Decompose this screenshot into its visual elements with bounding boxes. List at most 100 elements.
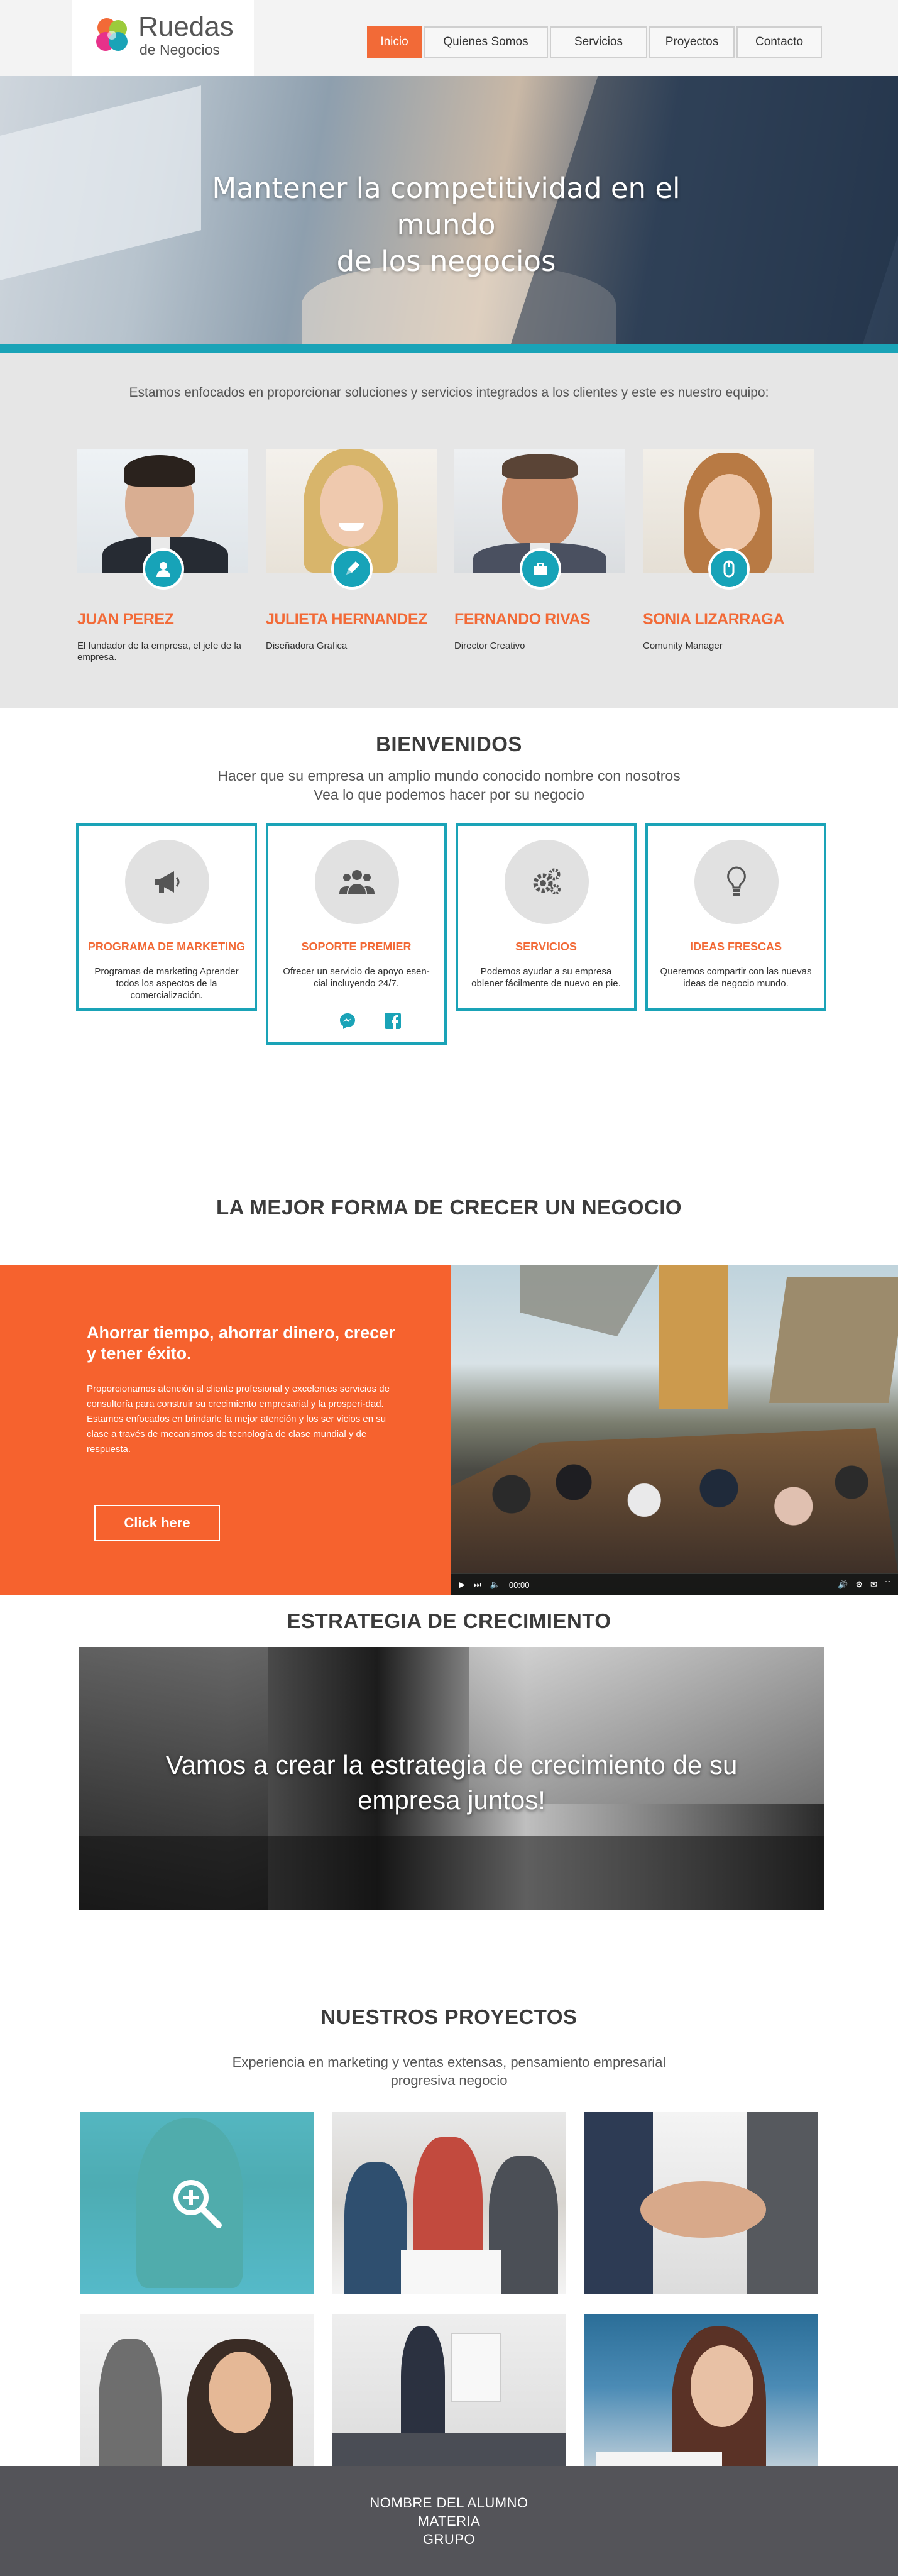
service-card[interactable]: SOPORTE PREMIER Ofrecer un servicio de a… bbox=[266, 823, 447, 1045]
user-icon bbox=[143, 548, 184, 590]
footer-subject: MATERIA bbox=[417, 2513, 481, 2529]
project-thumb[interactable] bbox=[584, 2112, 818, 2294]
lightbulb-icon bbox=[694, 840, 779, 924]
service-text: Podemos ayudar a su empresa oblener fáci… bbox=[471, 966, 621, 989]
facebook-icon[interactable] bbox=[383, 1011, 403, 1031]
video-controls-right: 🔊 ⚙ ✉ ⛶ bbox=[830, 1580, 890, 1590]
promo-section: Ahorrar tiempo, ahorrar dinero, crecer y… bbox=[0, 1265, 898, 1595]
logo[interactable]: Ruedas de Negocios bbox=[72, 0, 254, 76]
projects-subtitle: Experiencia en marketing y ventas extens… bbox=[0, 2053, 898, 2089]
welcome-title: BIENVENIDOS bbox=[376, 732, 522, 756]
click-here-button[interactable]: Click here bbox=[94, 1505, 220, 1541]
team-section: Estamos enfocados en proporcionar soluci… bbox=[0, 353, 898, 708]
play-icon[interactable]: ▶ bbox=[459, 1580, 465, 1590]
growth-section: LA MEJOR FORMA DE CRECER UN NEGOCIO bbox=[0, 1111, 898, 1265]
next-icon[interactable]: ⏭ bbox=[474, 1580, 481, 1590]
hero-title-line2: de los negocios bbox=[336, 245, 556, 278]
strategy-banner-text: Vamos a crear la estrategia de crecimien… bbox=[79, 1748, 824, 1818]
member-role: Director Creativo bbox=[454, 641, 525, 651]
strategy-line2: empresa juntos! bbox=[358, 1785, 545, 1815]
zoom-icon bbox=[173, 2180, 222, 2228]
volume-icon[interactable]: 🔊 bbox=[838, 1580, 848, 1590]
service-title: PROGRAMA DE MARKETING bbox=[87, 940, 246, 953]
service-card[interactable]: PROGRAMA DE MARKETING Programas de marke… bbox=[76, 823, 257, 1011]
hero-accent-bar bbox=[0, 344, 898, 353]
video-people bbox=[470, 1434, 885, 1554]
service-title: IDEAS FRESCAS bbox=[689, 940, 782, 953]
logo-icon bbox=[96, 18, 128, 51]
video-time: 00:00 bbox=[508, 1580, 530, 1590]
hero-title-line1: Mantener la competitividad en el mundo bbox=[212, 172, 681, 241]
messenger-icon[interactable] bbox=[337, 1011, 358, 1031]
member-role: El fundador de la empresa, el jefe de la… bbox=[77, 641, 241, 663]
projects-section: NUESTROS PROYECTOS Experiencia en market… bbox=[0, 1991, 898, 2496]
project-thumb[interactable] bbox=[80, 2112, 314, 2294]
team-intro: Estamos enfocados en proporcionar soluci… bbox=[129, 385, 769, 400]
main-nav: Inicio Quienes Somos Servicios Proyectos… bbox=[367, 26, 824, 58]
team-member-card: JULIETA HERNANDEZ Diseñadora Grafica bbox=[266, 449, 437, 651]
site-header: Ruedas de Negocios Inicio Quienes Somos … bbox=[0, 0, 898, 76]
nav-item-servicios[interactable]: Servicios bbox=[550, 26, 647, 58]
hero-title: Mantener la competitividad en el mundo d… bbox=[182, 170, 710, 280]
settings-icon[interactable]: ⚙ bbox=[855, 1580, 863, 1590]
service-text: Programas de marketing Aprender todos lo… bbox=[94, 966, 239, 1001]
strategy-section: ESTRATEGIA DE CRECIMIENTO Vamos a crear … bbox=[0, 1595, 898, 1991]
video-umbrella bbox=[520, 1265, 659, 1336]
video-building bbox=[659, 1265, 728, 1409]
video-controls: ▶ ⏭ 🔈 00:00 🔊 ⚙ ✉ ⛶ bbox=[451, 1574, 898, 1595]
promo-video[interactable]: ▶ ⏭ 🔈 00:00 🔊 ⚙ ✉ ⛶ bbox=[451, 1265, 898, 1595]
site-footer: NOMBRE DEL ALUMNO MATERIA GRUPO bbox=[0, 2466, 898, 2576]
nav-item-proyectos[interactable]: Proyectos bbox=[649, 26, 735, 58]
member-name: JULIETA HERNANDEZ bbox=[266, 610, 427, 628]
welcome-subtitle: Hacer que su empresa un amplio mundo con… bbox=[0, 766, 898, 804]
mouse-icon bbox=[708, 548, 750, 590]
group-icon bbox=[315, 840, 399, 924]
service-text: Queremos compartir con las nuevas ideas … bbox=[660, 966, 812, 989]
member-name: FERNANDO RIVAS bbox=[454, 610, 591, 628]
member-role: Comunity Manager bbox=[643, 641, 723, 651]
service-text: Ofrecer un servicio de apoyo esen-cial i… bbox=[283, 966, 430, 989]
service-title: SOPORTE PREMIER bbox=[301, 940, 412, 953]
footer-group: GRUPO bbox=[422, 2531, 476, 2547]
brand-name: Ruedas bbox=[138, 11, 234, 42]
projects-sub-line2: progresiva negocio bbox=[390, 2072, 508, 2088]
welcome-sub-line1: Hacer que su empresa un amplio mundo con… bbox=[217, 768, 681, 784]
fullscreen-icon[interactable]: ⛶ bbox=[885, 1580, 890, 1590]
strategy-banner: Vamos a crear la estrategia de crecimien… bbox=[79, 1647, 824, 1910]
welcome-section: BIENVENIDOS Hacer que su empresa un ampl… bbox=[0, 708, 898, 1111]
strategy-desk-image bbox=[79, 1836, 824, 1910]
service-card[interactable]: IDEAS FRESCAS Queremos compartir con las… bbox=[645, 823, 826, 1011]
projects-sub-line1: Experiencia en marketing y ventas extens… bbox=[232, 2054, 666, 2070]
welcome-sub-line2: Vea lo que podemos hacer por su negocio bbox=[314, 786, 584, 803]
brand-tagline: de Negocios bbox=[140, 41, 220, 58]
member-role: Diseñadora Grafica bbox=[266, 641, 348, 651]
promo-body: Proporcionamos atención al cliente profe… bbox=[87, 1384, 390, 1455]
member-name: SONIA LIZARRAGA bbox=[643, 610, 784, 628]
team-member-card: FERNANDO RIVAS Director Creativo bbox=[454, 449, 625, 651]
strategy-line1: Vamos a crear la estrategia de crecimien… bbox=[165, 1750, 738, 1780]
nav-item-inicio[interactable]: Inicio bbox=[367, 26, 422, 58]
member-name: JUAN PEREZ bbox=[77, 610, 174, 628]
nav-item-quienes-somos[interactable]: Quienes Somos bbox=[424, 26, 548, 58]
growth-title: LA MEJOR FORMA DE CRECER UN NEGOCIO bbox=[216, 1196, 682, 1219]
share-icon[interactable]: ✉ bbox=[870, 1580, 877, 1590]
hero-laptop-image bbox=[0, 85, 201, 287]
project-overlay bbox=[80, 2112, 314, 2294]
hero-banner: Mantener la competitividad en el mundo d… bbox=[0, 76, 898, 353]
promo-heading: Ahorrar tiempo, ahorrar dinero, crecer y… bbox=[87, 1323, 395, 1363]
footer-student: NOMBRE DEL ALUMNO bbox=[370, 2495, 528, 2511]
service-card[interactable]: SERVICIOS Podemos ayudar a su empresa ob… bbox=[456, 823, 637, 1011]
strategy-title: ESTRATEGIA DE CRECIMIENTO bbox=[287, 1609, 611, 1632]
team-member-card: SONIA LIZARRAGA Comunity Manager bbox=[643, 449, 814, 651]
projects-title: NUESTROS PROYECTOS bbox=[320, 2005, 578, 2028]
promo-panel: Ahorrar tiempo, ahorrar dinero, crecer y… bbox=[0, 1265, 451, 1595]
pencil-icon bbox=[331, 548, 373, 590]
nav-item-contacto[interactable]: Contacto bbox=[736, 26, 822, 58]
volume-icon[interactable]: 🔈 bbox=[490, 1580, 500, 1590]
social-links bbox=[325, 1011, 415, 1031]
project-thumb[interactable] bbox=[332, 2112, 566, 2294]
video-building bbox=[769, 1277, 898, 1403]
service-title: SERVICIOS bbox=[515, 940, 577, 953]
team-member-card: JUAN PEREZ El fundador de la empresa, el… bbox=[77, 449, 248, 663]
gears-icon bbox=[505, 840, 589, 924]
